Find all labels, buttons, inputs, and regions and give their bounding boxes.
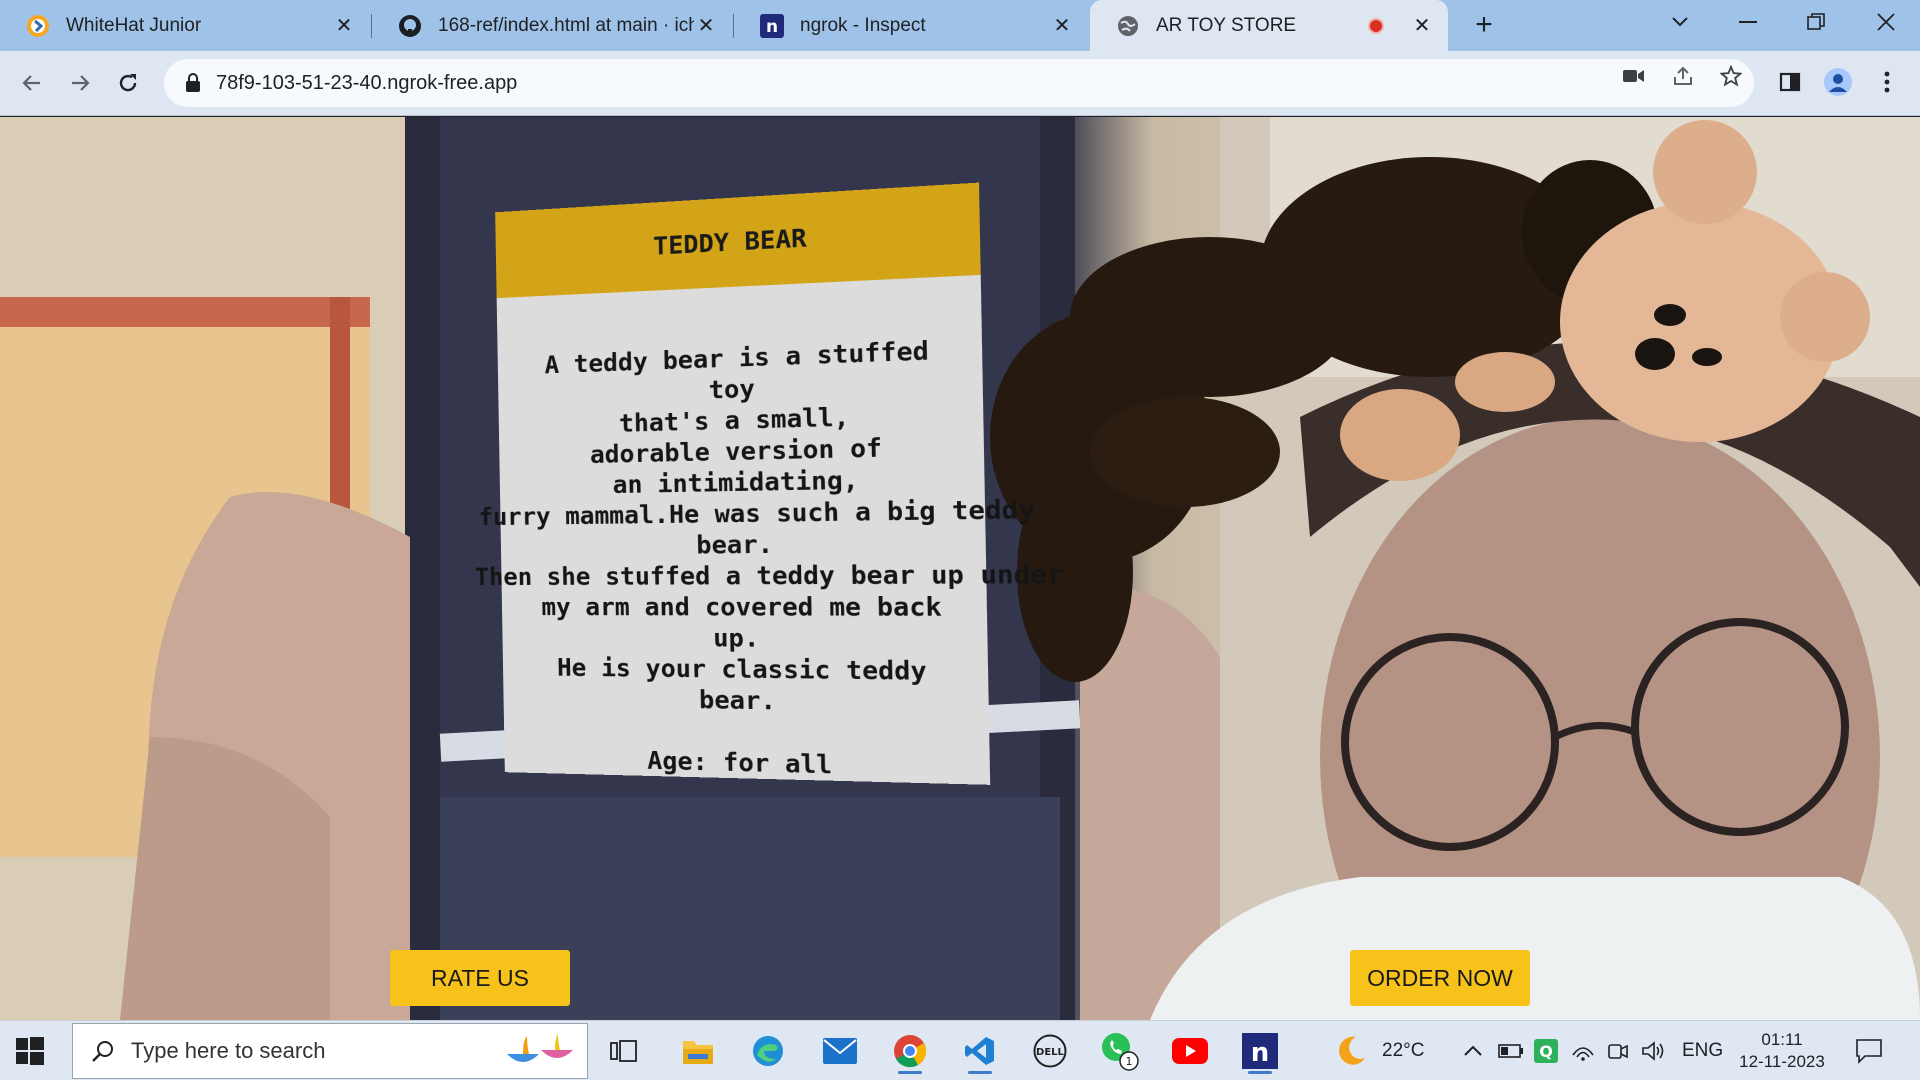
dell-icon[interactable]: DELL bbox=[1025, 1027, 1075, 1075]
meet-now-icon[interactable] bbox=[1607, 1021, 1629, 1080]
side-panel-icon[interactable] bbox=[1775, 67, 1805, 97]
file-explorer-icon[interactable] bbox=[673, 1027, 723, 1075]
search-icon bbox=[89, 1037, 117, 1065]
close-window-icon[interactable] bbox=[1866, 6, 1906, 38]
notifications-icon[interactable] bbox=[1855, 1021, 1883, 1080]
menu-kebab-icon[interactable] bbox=[1872, 67, 1902, 97]
tab-search-icon[interactable] bbox=[1660, 6, 1700, 38]
volume-icon[interactable] bbox=[1641, 1021, 1665, 1080]
weather-temp: 22°C bbox=[1382, 1040, 1424, 1062]
description-line: bear. bbox=[519, 527, 966, 562]
forward-icon[interactable] bbox=[64, 67, 96, 99]
recording-icon bbox=[1368, 18, 1384, 34]
svg-text:DELL: DELL bbox=[1036, 1047, 1065, 1058]
ngrok-icon: n bbox=[760, 14, 784, 38]
tab-title: WhiteHat Junior bbox=[66, 15, 332, 37]
ar-camera-view[interactable]: TEDDY BEAR A teddy bear is a stuffed toy… bbox=[0, 117, 1920, 1020]
edge-browser-icon[interactable] bbox=[743, 1027, 793, 1075]
tab-ngrok-inspect[interactable]: n ngrok - Inspect ✕ bbox=[734, 0, 1088, 51]
url-text[interactable]: 78f9-103-51-23-40.ngrok-free.app bbox=[216, 72, 517, 95]
restore-icon[interactable] bbox=[1796, 6, 1836, 38]
description-line: He is your classic teddy bear. bbox=[521, 652, 969, 720]
share-icon[interactable] bbox=[1670, 63, 1696, 89]
battery-icon[interactable] bbox=[1498, 1021, 1524, 1080]
bookmark-star-icon[interactable] bbox=[1718, 63, 1744, 89]
description-line: Then she stuffed a teddy bear up under bbox=[475, 559, 1018, 593]
windows-taskbar: Type here to search DELL 1 n 22°C Q ENG … bbox=[0, 1020, 1920, 1080]
whatsapp-icon[interactable]: 1 bbox=[1095, 1027, 1145, 1075]
reload-icon[interactable] bbox=[112, 67, 144, 99]
wifi-icon[interactable] bbox=[1571, 1021, 1595, 1080]
diwali-diya-icon bbox=[505, 1034, 575, 1070]
clock-date: 12-11-2023 bbox=[1732, 1051, 1832, 1073]
whatsapp-badge: 1 bbox=[1126, 1055, 1133, 1068]
profile-avatar-icon[interactable] bbox=[1823, 67, 1853, 97]
tab-title: 168-ref/index.html at main · icho bbox=[438, 15, 694, 37]
chrome-icon[interactable] bbox=[885, 1027, 935, 1075]
moon-icon bbox=[1334, 1034, 1368, 1068]
whitehat-icon bbox=[26, 14, 50, 38]
lock-icon[interactable] bbox=[182, 72, 204, 94]
taskbar-clock[interactable]: 01:11 12-11-2023 bbox=[1732, 1029, 1832, 1073]
tab-strip: WhiteHat Junior ✕ 168-ref/index.html at … bbox=[0, 0, 1920, 51]
rate-us-button[interactable]: RATE US bbox=[390, 950, 570, 1006]
svg-text:n: n bbox=[766, 17, 778, 37]
address-bar[interactable]: 78f9-103-51-23-40.ngrok-free.app bbox=[164, 59, 1754, 107]
globe-icon bbox=[1116, 14, 1140, 38]
new-tab-button[interactable]: + bbox=[1468, 10, 1500, 42]
clock-time: 01:11 bbox=[1732, 1029, 1832, 1051]
ngrok-app-icon[interactable]: n bbox=[1235, 1027, 1285, 1075]
search-placeholder: Type here to search bbox=[131, 1038, 325, 1064]
youtube-icon[interactable] bbox=[1165, 1027, 1215, 1075]
qustodio-icon[interactable]: Q bbox=[1534, 1021, 1558, 1080]
tab-title: AR TOY STORE bbox=[1156, 15, 1368, 37]
close-icon[interactable]: ✕ bbox=[1410, 14, 1434, 38]
product-description: A teddy bear is a stuffed toy that's a s… bbox=[497, 275, 991, 785]
tab-github[interactable]: 168-ref/index.html at main · icho ✕ bbox=[372, 0, 732, 51]
language-indicator[interactable]: ENG bbox=[1682, 1021, 1723, 1080]
vscode-icon[interactable] bbox=[955, 1027, 1005, 1075]
minimize-icon[interactable] bbox=[1728, 6, 1768, 38]
order-now-button[interactable]: ORDER NOW bbox=[1350, 950, 1530, 1006]
weather-widget[interactable]: 22°C bbox=[1334, 1021, 1424, 1080]
tray-overflow-icon[interactable] bbox=[1463, 1021, 1483, 1080]
tab-title: ngrok - Inspect bbox=[800, 15, 1050, 37]
close-icon[interactable]: ✕ bbox=[694, 14, 718, 38]
taskbar-search-box[interactable]: Type here to search bbox=[72, 1023, 588, 1079]
windows-start-icon[interactable] bbox=[16, 1037, 44, 1065]
svg-text:n: n bbox=[1251, 1038, 1270, 1068]
description-line: my arm and covered me back up. bbox=[520, 591, 968, 655]
close-icon[interactable]: ✕ bbox=[332, 14, 356, 38]
task-view-icon[interactable] bbox=[599, 1027, 649, 1075]
tab-whitehat-junior[interactable]: WhiteHat Junior ✕ bbox=[0, 0, 370, 51]
close-icon[interactable]: ✕ bbox=[1050, 14, 1074, 38]
product-info-card: TEDDY BEAR A teddy bear is a stuffed toy… bbox=[495, 183, 990, 785]
camera-in-use-icon[interactable] bbox=[1621, 63, 1647, 89]
back-icon[interactable] bbox=[16, 67, 48, 99]
github-icon bbox=[398, 14, 422, 38]
svg-text:Q: Q bbox=[1539, 1042, 1553, 1061]
mail-icon[interactable] bbox=[815, 1027, 865, 1075]
tab-ar-toy-store[interactable]: AR TOY STORE ✕ bbox=[1090, 0, 1448, 51]
browser-toolbar: 78f9-103-51-23-40.ngrok-free.app bbox=[0, 51, 1920, 116]
